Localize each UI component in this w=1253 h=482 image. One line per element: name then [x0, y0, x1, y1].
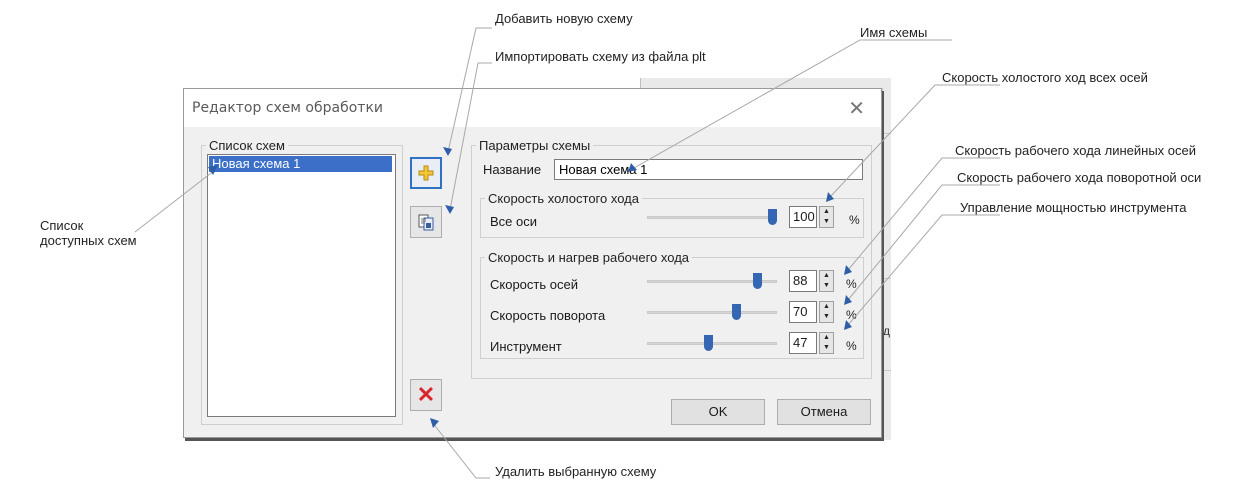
schemes-list-legend: Список схем	[206, 138, 288, 153]
idle-speed-legend: Скорость холостого хода	[485, 191, 642, 206]
slider-track	[647, 311, 777, 314]
annotation-tool-power: Управление мощностью инструмента	[960, 200, 1187, 215]
up-arrow-icon[interactable]: ▲	[820, 333, 833, 343]
axes-speed-slider[interactable]	[647, 272, 777, 292]
spinbox-value[interactable]: 47	[789, 332, 817, 354]
spinbox-arrows[interactable]: ▲ ▼	[819, 332, 834, 354]
annotation-import-scheme: Импортировать схему из файла plt	[495, 49, 706, 64]
slider-thumb[interactable]	[768, 209, 777, 225]
down-arrow-icon[interactable]: ▼	[820, 312, 833, 322]
slider-thumb[interactable]	[704, 335, 713, 351]
title-bar: Редактор схем обработки ✕	[184, 89, 881, 127]
spinbox-arrows[interactable]: ▲ ▼	[819, 206, 834, 228]
annotation-list-line1: Список	[40, 218, 84, 233]
percent-unit: %	[846, 277, 857, 291]
spinbox-arrows[interactable]: ▲ ▼	[819, 301, 834, 323]
all-axes-label: Все оси	[490, 214, 538, 229]
axes-speed-label: Скорость осей	[490, 277, 578, 292]
add-scheme-button[interactable]	[410, 157, 442, 189]
plus-icon	[418, 165, 434, 181]
ok-button[interactable]: OK	[671, 399, 765, 425]
up-arrow-icon[interactable]: ▲	[820, 207, 833, 217]
tool-power-slider[interactable]	[647, 334, 777, 354]
down-arrow-icon[interactable]: ▼	[820, 343, 833, 353]
background-divider	[882, 88, 883, 428]
delete-icon: ✕	[416, 382, 436, 407]
tool-power-label: Инструмент	[490, 339, 562, 354]
schemes-listbox[interactable]: Новая схема 1	[207, 154, 396, 417]
import-file-icon	[418, 214, 434, 231]
rotation-speed-slider[interactable]	[647, 303, 777, 323]
percent-unit: %	[849, 213, 860, 227]
all-axes-slider[interactable]	[647, 208, 777, 228]
dialog-title: Редактор схем обработки	[192, 100, 384, 116]
delete-scheme-button[interactable]: ✕	[410, 379, 442, 411]
annotation-scheme-name: Имя схемы	[860, 25, 928, 40]
annotation-work-linear: Скорость рабочего хода линейных осей	[955, 143, 1197, 158]
spinbox-arrows[interactable]: ▲ ▼	[819, 270, 834, 292]
list-item-selected[interactable]: Новая схема 1	[209, 156, 392, 172]
rotation-speed-label: Скорость поворота	[490, 308, 606, 323]
up-arrow-icon[interactable]: ▲	[820, 302, 833, 312]
spinbox-value[interactable]: 70	[789, 301, 817, 323]
slider-thumb[interactable]	[732, 304, 741, 320]
name-label: Название	[483, 162, 542, 177]
scheme-params-legend: Параметры схемы	[476, 138, 594, 153]
down-arrow-icon[interactable]: ▼	[820, 281, 833, 291]
annotation-idle-all-axes: Скорость холостого ход всех осей	[942, 70, 1148, 85]
close-icon[interactable]: ✕	[848, 96, 865, 121]
annotation-delete-scheme: Удалить выбранную схему	[495, 464, 657, 479]
annotation-work-rotary: Скорость рабочего хода поворотной оси	[957, 170, 1202, 185]
spinbox-value[interactable]: 100	[789, 206, 817, 228]
annotation-list-line2: доступных схем	[40, 233, 137, 248]
cancel-button[interactable]: Отмена	[777, 399, 871, 425]
import-scheme-button[interactable]	[410, 206, 442, 238]
scheme-name-input[interactable]	[554, 159, 863, 180]
work-speed-legend: Скорость и нагрев рабочего хода	[485, 250, 693, 265]
slider-track	[647, 216, 777, 219]
percent-unit: %	[846, 308, 857, 322]
slider-thumb[interactable]	[753, 273, 762, 289]
spinbox-value[interactable]: 88	[789, 270, 817, 292]
scheme-editor-dialog: Редактор схем обработки ✕ Список схем Но…	[183, 88, 882, 438]
background-text: д	[883, 324, 891, 338]
percent-unit: %	[846, 339, 857, 353]
down-arrow-icon[interactable]: ▼	[820, 217, 833, 227]
up-arrow-icon[interactable]: ▲	[820, 271, 833, 281]
annotation-add-scheme: Добавить новую схему	[495, 11, 633, 26]
